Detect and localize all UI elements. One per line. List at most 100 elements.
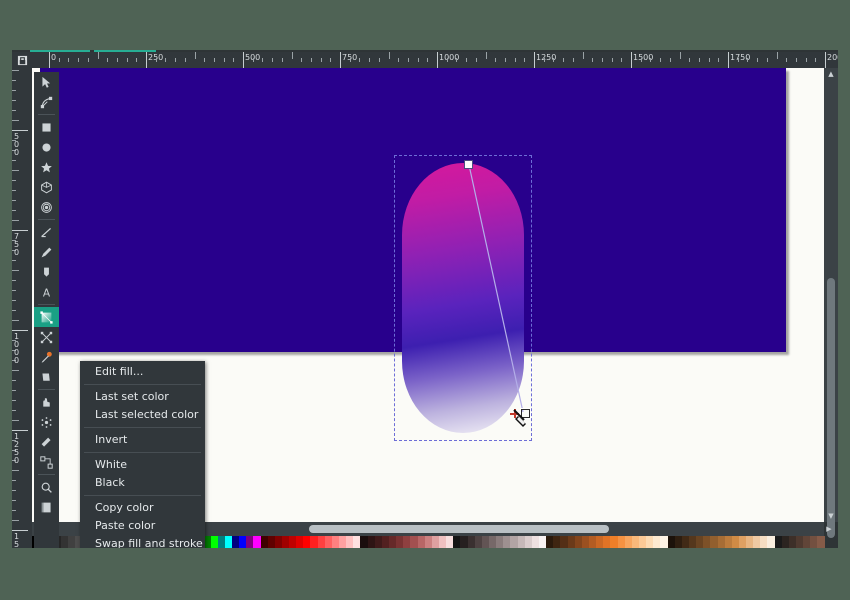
palette-swatch[interactable] xyxy=(339,536,347,548)
palette-swatch[interactable] xyxy=(260,536,268,548)
palette-swatch[interactable] xyxy=(331,536,340,548)
tool-star[interactable] xyxy=(34,157,59,177)
palette-swatch[interactable] xyxy=(374,536,382,548)
palette-swatch[interactable] xyxy=(753,536,761,548)
palette-swatch[interactable] xyxy=(538,536,547,548)
palette-swatch[interactable] xyxy=(353,536,361,548)
palette-swatch[interactable] xyxy=(303,536,311,548)
vertical-scrollbar-thumb[interactable] xyxy=(827,278,835,538)
tool-box3d[interactable] xyxy=(34,177,59,197)
palette-swatch[interactable] xyxy=(67,536,75,548)
tool-node[interactable] xyxy=(34,92,59,112)
tool-spiral[interactable] xyxy=(34,197,59,217)
palette-swatch[interactable] xyxy=(588,536,597,548)
toolbox[interactable]: A xyxy=(34,72,59,548)
palette-swatch[interactable] xyxy=(696,536,704,548)
tool-pen[interactable] xyxy=(34,242,59,262)
palette-swatch[interactable] xyxy=(60,536,68,548)
palette-swatch[interactable] xyxy=(681,536,689,548)
palette-swatch[interactable] xyxy=(574,536,582,548)
palette-swatch[interactable] xyxy=(217,536,225,548)
palette-swatch[interactable] xyxy=(738,536,747,548)
palette-swatch[interactable] xyxy=(210,536,218,548)
menu-item-last-set-color[interactable]: Last set color xyxy=(80,388,205,406)
palette-swatch[interactable] xyxy=(239,536,247,548)
palette-swatch[interactable] xyxy=(774,536,782,548)
palette-swatch[interactable] xyxy=(788,536,797,548)
palette-swatch[interactable] xyxy=(467,536,475,548)
tool-tweak[interactable] xyxy=(34,392,59,412)
scroll-right-arrow[interactable]: ▶ xyxy=(822,523,836,535)
palette-swatch[interactable] xyxy=(810,536,818,548)
palette-swatch[interactable] xyxy=(796,536,804,548)
palette-swatch[interactable] xyxy=(717,536,725,548)
palette-swatch[interactable] xyxy=(524,536,532,548)
palette-swatch[interactable] xyxy=(460,536,468,548)
menu-item-black[interactable]: Black xyxy=(80,474,205,492)
vertical-scrollbar[interactable]: ▲ ▼ xyxy=(824,68,838,538)
palette-swatch[interactable] xyxy=(624,536,632,548)
palette-swatch[interactable] xyxy=(553,536,561,548)
palette-swatch[interactable] xyxy=(381,536,390,548)
tool-dropper[interactable] xyxy=(34,347,59,367)
palette-swatch[interactable] xyxy=(267,536,275,548)
tool-spray[interactable] xyxy=(34,412,59,432)
palette-swatch[interactable] xyxy=(603,536,611,548)
palette-swatch[interactable] xyxy=(403,536,411,548)
palette-swatch[interactable] xyxy=(346,536,354,548)
palette-swatch[interactable] xyxy=(231,536,240,548)
palette-swatch[interactable] xyxy=(724,536,732,548)
palette-swatch[interactable] xyxy=(667,536,675,548)
palette-swatch[interactable] xyxy=(417,536,425,548)
tool-pencil[interactable] xyxy=(34,222,59,242)
palette-swatch[interactable] xyxy=(324,536,332,548)
palette-swatch[interactable] xyxy=(560,536,568,548)
palette-swatch[interactable] xyxy=(631,536,639,548)
tool-calligraphy[interactable] xyxy=(34,262,59,282)
palette-swatch[interactable] xyxy=(224,536,232,548)
palette-swatch[interactable] xyxy=(496,536,504,548)
palette-swatch[interactable] xyxy=(289,536,297,548)
palette-swatch[interactable] xyxy=(531,536,539,548)
palette-swatch[interactable] xyxy=(489,536,497,548)
tool-zoom[interactable] xyxy=(34,477,59,497)
tool-rectangle[interactable] xyxy=(34,117,59,137)
palette-swatch[interactable] xyxy=(567,536,575,548)
menu-item-swap-fill-and-stroke[interactable]: Swap fill and stroke xyxy=(80,535,205,548)
palette-swatch[interactable] xyxy=(688,536,697,548)
tool-mesh[interactable] xyxy=(34,327,59,347)
palette-swatch[interactable] xyxy=(610,536,618,548)
palette-swatch[interactable] xyxy=(431,536,440,548)
fill-context-menu[interactable]: Edit fill... Last set color Last selected … xyxy=(80,361,205,548)
palette-swatch[interactable] xyxy=(281,536,290,548)
palette-swatch[interactable] xyxy=(638,536,647,548)
tool-gradient[interactable] xyxy=(34,307,59,327)
palette-swatch[interactable] xyxy=(546,536,554,548)
vertical-ruler[interactable]: 500 750 1000 1250 1500 xyxy=(12,68,32,548)
palette-swatch[interactable] xyxy=(410,536,418,548)
palette-swatch[interactable] xyxy=(746,536,754,548)
scroll-down-arrow[interactable]: ▼ xyxy=(824,510,838,522)
tool-eraser[interactable] xyxy=(34,432,59,452)
palette-swatch[interactable] xyxy=(367,536,375,548)
palette-swatch[interactable] xyxy=(710,536,718,548)
palette-swatch[interactable] xyxy=(517,536,525,548)
palette-swatch[interactable] xyxy=(817,536,825,548)
tool-text[interactable]: A xyxy=(34,282,59,302)
palette-swatch[interactable] xyxy=(310,536,318,548)
tool-pages[interactable] xyxy=(34,497,59,517)
palette-swatch[interactable] xyxy=(253,536,261,548)
horizontal-ruler[interactable]: 025050075010001250150017502000 xyxy=(32,52,838,68)
palette-swatch[interactable] xyxy=(446,536,454,548)
palette-swatch[interactable] xyxy=(781,536,789,548)
ruler-lock-button[interactable] xyxy=(12,52,32,68)
palette-swatch[interactable] xyxy=(424,536,432,548)
palette-swatch[interactable] xyxy=(439,536,447,548)
tool-paintbucket[interactable] xyxy=(34,367,59,387)
palette-swatch[interactable] xyxy=(274,536,282,548)
scroll-up-arrow[interactable]: ▲ xyxy=(824,68,838,80)
tool-ellipse[interactable] xyxy=(34,137,59,157)
palette-swatch[interactable] xyxy=(246,536,254,548)
palette-swatch[interactable] xyxy=(653,536,661,548)
menu-item-paste-color[interactable]: Paste color xyxy=(80,517,205,535)
